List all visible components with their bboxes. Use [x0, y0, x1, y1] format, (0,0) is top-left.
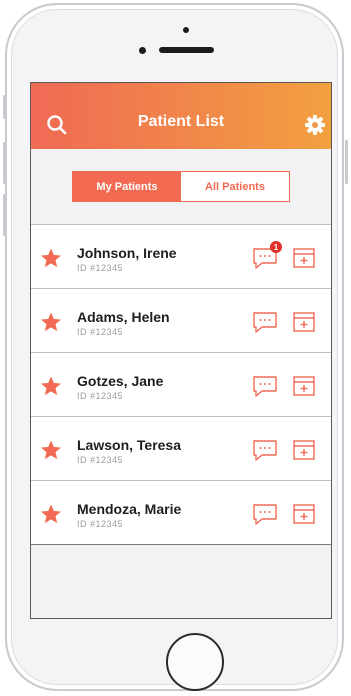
- app-screen: Patient List My Patients All Patients Jo…: [30, 82, 332, 619]
- patient-row[interactable]: Mendoza, Marie ID #12345: [31, 481, 331, 545]
- patient-list: Johnson, Irene ID #12345 1 Adams, Helen …: [31, 224, 331, 545]
- favorite-star-icon[interactable]: [40, 311, 62, 333]
- patient-filter-toggle: My Patients All Patients: [72, 171, 290, 202]
- add-appointment-icon[interactable]: [292, 310, 316, 334]
- volume-up-button: [3, 142, 6, 184]
- patient-id: ID #12345: [77, 391, 124, 401]
- chat-icon[interactable]: [252, 309, 278, 335]
- chat-icon[interactable]: [252, 437, 278, 463]
- tab-my-patients[interactable]: My Patients: [73, 172, 181, 201]
- add-appointment-icon[interactable]: [292, 246, 316, 270]
- gear-icon[interactable]: [303, 113, 327, 137]
- page-title: Patient List: [137, 113, 225, 130]
- favorite-star-icon[interactable]: [40, 375, 62, 397]
- add-appointment-icon[interactable]: [292, 502, 316, 526]
- patient-row[interactable]: Johnson, Irene ID #12345 1: [31, 225, 331, 289]
- unread-badge: 1: [270, 241, 282, 253]
- mute-switch: [3, 95, 6, 119]
- favorite-star-icon[interactable]: [40, 439, 62, 461]
- favorite-star-icon[interactable]: [40, 503, 62, 525]
- proximity-sensor: [139, 47, 146, 54]
- patient-name: Lawson, Teresa: [77, 437, 182, 453]
- volume-down-button: [3, 194, 6, 236]
- patient-name: Gotzes, Jane: [77, 373, 164, 389]
- patient-id: ID #12345: [77, 455, 124, 465]
- tab-all-patients[interactable]: All Patients: [181, 172, 289, 201]
- earpiece-speaker: [159, 47, 214, 53]
- home-button[interactable]: [166, 633, 224, 691]
- add-appointment-icon[interactable]: [292, 374, 316, 398]
- patient-name: Adams, Helen: [77, 309, 170, 325]
- patient-row[interactable]: Lawson, Teresa ID #12345: [31, 417, 331, 481]
- patient-id: ID #12345: [77, 327, 124, 337]
- chat-icon[interactable]: [252, 501, 278, 527]
- add-appointment-icon[interactable]: [292, 438, 316, 462]
- chat-icon[interactable]: [252, 373, 278, 399]
- power-button: [345, 140, 348, 184]
- patient-row[interactable]: Adams, Helen ID #12345: [31, 289, 331, 353]
- patient-row[interactable]: Gotzes, Jane ID #12345: [31, 353, 331, 417]
- patient-name: Johnson, Irene: [77, 245, 177, 261]
- app-header: Patient List: [31, 83, 331, 149]
- patient-name: Mendoza, Marie: [77, 501, 182, 517]
- patient-id: ID #12345: [77, 263, 124, 273]
- favorite-star-icon[interactable]: [40, 247, 62, 269]
- patient-id: ID #12345: [77, 519, 124, 529]
- front-camera: [183, 27, 189, 33]
